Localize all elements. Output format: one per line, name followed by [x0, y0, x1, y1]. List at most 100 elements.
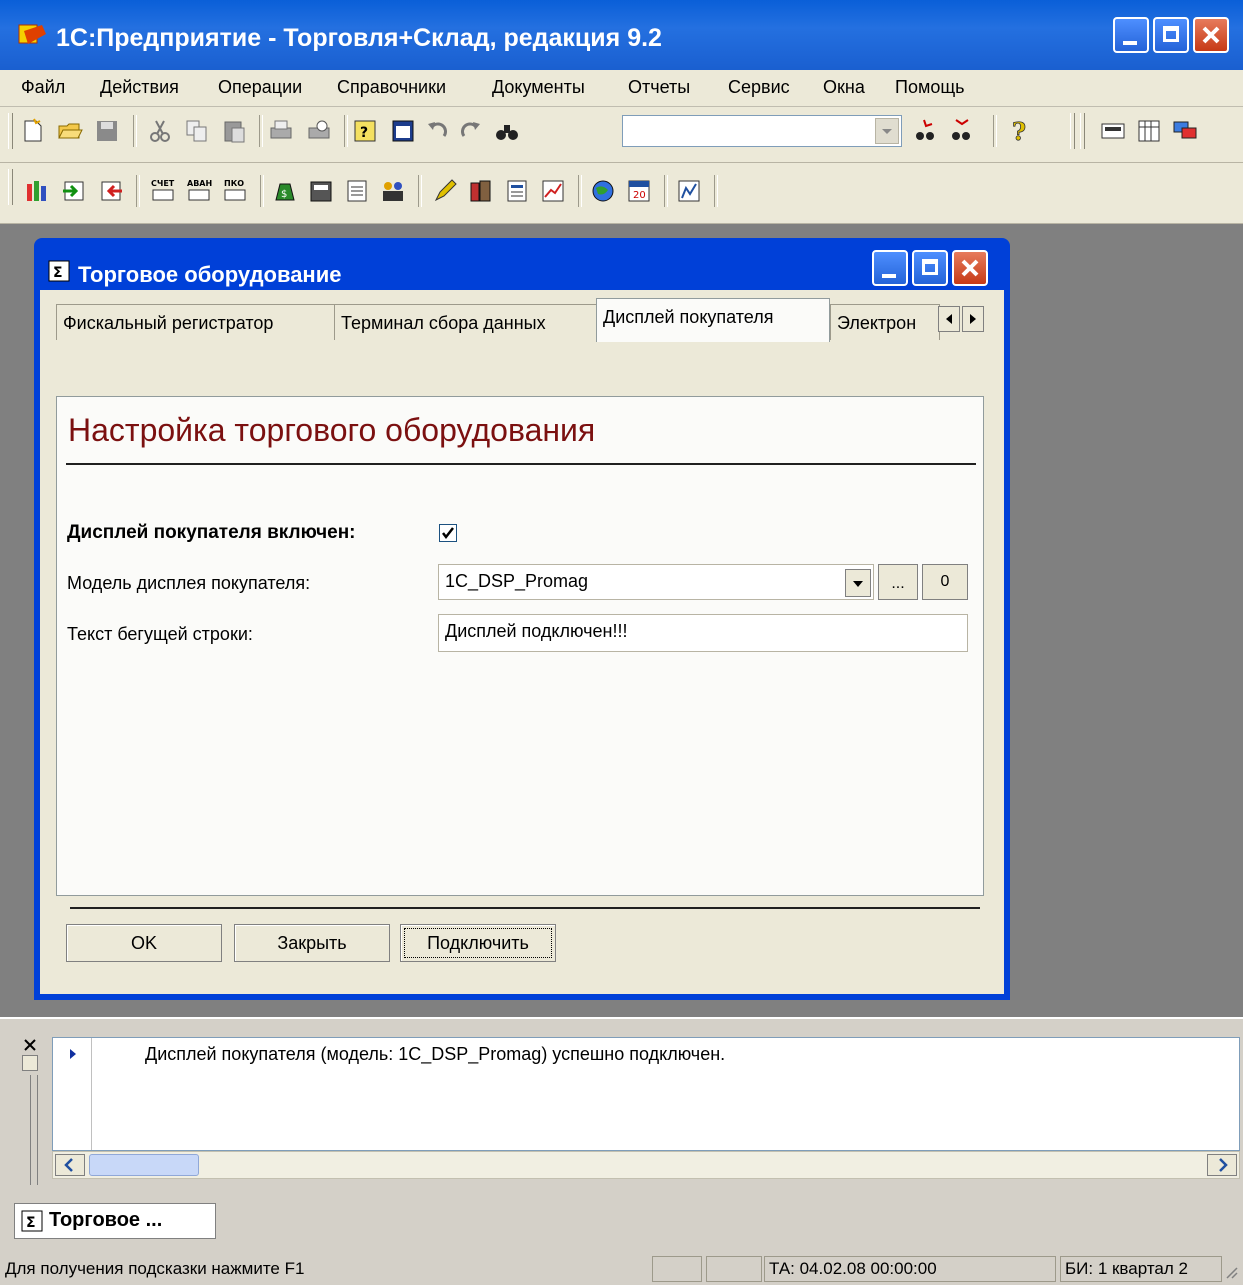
toolbar-grip[interactable] [8, 113, 13, 149]
taskbar-item[interactable]: Σ Торговое ... [14, 1203, 216, 1239]
help-key-icon[interactable]: ? [352, 118, 378, 144]
checkmark-icon [442, 527, 454, 540]
toolbar-separator [714, 175, 718, 207]
menu-reports[interactable]: Отчеты [628, 77, 690, 98]
status-hint: Для получения подсказки нажмите F1 [0, 1256, 648, 1282]
panel-pin-button[interactable] [22, 1055, 38, 1071]
scroll-left-button[interactable] [55, 1154, 85, 1176]
ok-button[interactable]: OK [66, 924, 222, 962]
dialog-close-button[interactable] [952, 250, 988, 286]
find-next-icon[interactable] [912, 118, 938, 144]
print-icon[interactable] [268, 118, 294, 144]
marquee-text-input[interactable]: Дисплей подключен!!! [438, 614, 968, 652]
status-bi: БИ: 1 квартал 2 [1060, 1256, 1222, 1282]
menu-operations[interactable]: Операции [218, 77, 302, 98]
app-logo-icon [18, 24, 46, 44]
menu-windows[interactable]: Окна [823, 77, 865, 98]
toolbar-grip[interactable] [8, 169, 13, 205]
money-bag-icon[interactable]: $ [272, 178, 298, 204]
save-icon[interactable] [94, 118, 120, 144]
people-icon[interactable] [380, 178, 406, 204]
display-enabled-checkbox[interactable] [439, 524, 457, 542]
tab-data-terminal[interactable]: Терминал сбора данных [334, 304, 598, 340]
menu-bar: Файл Действия Операции Справочники Докум… [0, 70, 1243, 107]
report-icon[interactable] [504, 178, 530, 204]
chevron-down-icon [853, 581, 863, 587]
sigma-icon: Σ [21, 1210, 43, 1232]
line-chart-icon[interactable] [540, 178, 566, 204]
menu-actions[interactable]: Действия [100, 77, 179, 98]
tab-label: Электрон [837, 313, 917, 333]
settings-heading: Настройка торгового оборудования [68, 412, 596, 448]
tab-scroll-right-button[interactable] [962, 306, 984, 332]
cut-icon[interactable] [147, 118, 173, 144]
undo-icon[interactable] [424, 118, 450, 144]
find-previous-icon[interactable] [948, 118, 974, 144]
scroll-thumb[interactable] [89, 1154, 199, 1176]
calendar-icon[interactable] [390, 118, 416, 144]
display-model-label: Модель дисплея покупателя: [67, 573, 311, 593]
display-model-select-button[interactable]: ... [878, 564, 918, 600]
calendar-grid-icon[interactable] [1136, 118, 1162, 144]
svg-text:Σ: Σ [26, 1215, 36, 1231]
cash-register-icon[interactable] [308, 178, 334, 204]
toolbar-grip[interactable] [1070, 113, 1075, 149]
minimize-button[interactable] [1113, 17, 1149, 53]
chart-bars-icon[interactable] [24, 178, 50, 204]
arrow-right-icon [970, 314, 976, 324]
document-list-icon[interactable] [344, 178, 370, 204]
calendar-day-icon[interactable]: 20 [626, 178, 652, 204]
tab-electronic[interactable]: Электрон [830, 304, 940, 340]
sigma-icon: Σ [48, 260, 70, 282]
horizontal-scrollbar[interactable] [52, 1151, 1240, 1179]
toolbar-grip[interactable] [1080, 113, 1085, 149]
marquee-text-value: Дисплей подключен!!! [445, 621, 628, 641]
export-icon[interactable] [98, 178, 124, 204]
tab-scroll-left-button[interactable] [938, 306, 960, 332]
redo-icon[interactable] [458, 118, 484, 144]
panel-close-button[interactable] [22, 1037, 38, 1053]
import-icon[interactable] [61, 178, 87, 204]
toolbar-separator [993, 115, 997, 147]
close-dialog-button[interactable]: Закрыть [234, 924, 390, 962]
binoculars-icon[interactable] [494, 118, 520, 144]
paste-icon[interactable] [221, 118, 247, 144]
close-button[interactable] [1193, 17, 1229, 53]
search-combo[interactable] [622, 115, 902, 147]
display-model-select[interactable]: 1C_DSP_Promag [438, 564, 874, 600]
toolbar-separator [418, 175, 422, 207]
menu-service[interactable]: Сервис [728, 77, 790, 98]
maximize-button[interactable] [1153, 17, 1189, 53]
display-model-dropdown[interactable] [845, 569, 871, 597]
menu-file[interactable]: Файл [21, 77, 65, 98]
print-preview-icon[interactable] [306, 118, 332, 144]
dialog-minimize-button[interactable] [872, 250, 908, 286]
new-document-icon[interactable] [20, 118, 46, 144]
books-icon[interactable] [468, 178, 494, 204]
resize-grip-icon[interactable] [1223, 1264, 1239, 1280]
menu-help[interactable]: Помощь [895, 77, 965, 98]
dialog-maximize-button[interactable] [912, 250, 948, 286]
display-model-clear-button[interactable]: 0 [922, 564, 968, 600]
pko-icon[interactable]: ПКО [222, 177, 248, 203]
edit-report-icon[interactable] [676, 178, 702, 204]
tab-customer-display[interactable]: Дисплей покупателя [596, 298, 830, 342]
tab-fiscal-registrar[interactable]: Фискальный регистратор [56, 304, 356, 340]
calculator-icon[interactable] [1100, 118, 1126, 144]
avance-icon[interactable]: АВАНС [186, 177, 212, 203]
panel-grip[interactable] [30, 1075, 38, 1185]
clear-label: 0 [940, 573, 950, 590]
menu-directories[interactable]: Справочники [337, 77, 446, 98]
chat-icon[interactable] [1172, 118, 1198, 144]
pencil-icon[interactable] [432, 178, 458, 204]
globe-icon[interactable] [590, 178, 616, 204]
menu-documents[interactable]: Документы [492, 77, 585, 98]
copy-icon[interactable] [184, 118, 210, 144]
connect-button[interactable]: Подключить [400, 924, 556, 962]
search-combo-dropdown[interactable] [875, 118, 899, 144]
tab-label: Дисплей покупателя [603, 307, 774, 327]
invoice-icon[interactable]: СЧЕТ [150, 177, 176, 203]
help-question-icon[interactable]: ? [1006, 118, 1032, 144]
open-folder-icon[interactable] [57, 118, 83, 144]
scroll-right-button[interactable] [1207, 1154, 1237, 1176]
